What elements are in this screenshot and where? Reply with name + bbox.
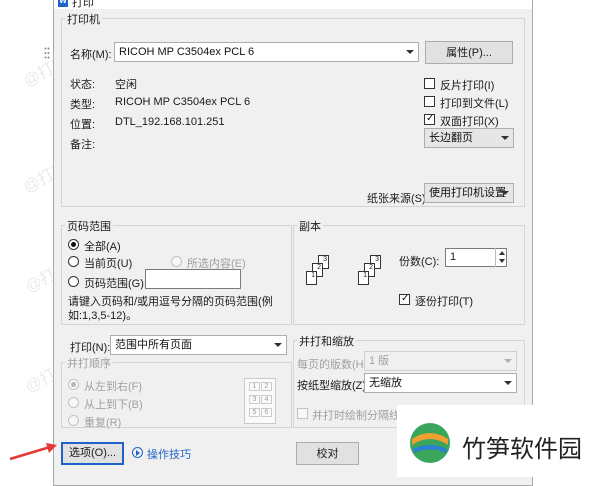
- status-label: 状态:: [70, 79, 96, 91]
- page-range-input[interactable]: [145, 269, 241, 289]
- comment-label: 备注:: [70, 139, 96, 151]
- scale-label: 按纸型缩放(Z):: [297, 380, 370, 392]
- chevron-down-icon: [504, 359, 512, 363]
- where-label: 位置:: [70, 119, 96, 131]
- tips-link[interactable]: 操作技巧: [147, 446, 191, 462]
- scale-select[interactable]: 无缩放: [364, 373, 517, 393]
- chevron-down-icon: [504, 381, 512, 385]
- reverse-print-label: 反片打印(I): [440, 80, 495, 92]
- status-value: 空闲: [115, 79, 137, 91]
- range-pages-radio[interactable]: [68, 276, 79, 287]
- type-value: RICOH MP C3504ex PCL 6: [115, 96, 251, 108]
- collate-label: 逐份打印(T): [415, 296, 474, 308]
- checkmark-icon: ✓: [401, 293, 410, 304]
- print-to-file-checkbox[interactable]: [424, 96, 435, 107]
- paper-source-select[interactable]: 使用打印机设置: [424, 183, 514, 203]
- type-label: 类型:: [70, 99, 96, 111]
- range-selection-radio[interactable]: [171, 256, 182, 267]
- copies-label: 副本: [297, 218, 323, 234]
- pages-per-sheet-label: 每页的版数(H):: [297, 359, 371, 371]
- print-to-file-label: 打印到文件(L): [440, 98, 509, 110]
- radio-dot: [71, 242, 76, 247]
- brand-logo-icon: [408, 421, 452, 465]
- print-order-label: 并打顺序: [65, 355, 113, 371]
- range-pages-label: 页码范围(G):: [84, 278, 147, 290]
- range-all-radio[interactable]: [68, 239, 79, 250]
- printer-properties-button[interactable]: 属性(P)...: [425, 41, 513, 64]
- duplex-label: 双面打印(X): [440, 116, 499, 128]
- range-all-label: 全部(A): [84, 241, 121, 253]
- title-bar: W 打印: [54, 0, 532, 9]
- spin-up-icon[interactable]: [499, 251, 505, 255]
- printer-name-select[interactable]: RICOH MP C3504ex PCL 6: [114, 42, 419, 62]
- range-current-radio[interactable]: [68, 256, 79, 267]
- paper-source-label: 纸张来源(S):: [367, 193, 429, 205]
- printer-group-label: 打印机: [65, 11, 102, 27]
- print-what-select[interactable]: 范围中所有页面: [110, 335, 287, 355]
- duplex-mode-value: 长边翻页: [429, 132, 473, 144]
- order-left-right-radio[interactable]: [68, 379, 79, 390]
- order-repeat-radio[interactable]: [68, 415, 79, 426]
- drag-handle-icon[interactable]: [44, 47, 50, 59]
- brand-name: 竹笋软件园: [462, 435, 582, 463]
- chevron-down-icon: [501, 191, 509, 195]
- duplex-mode-select[interactable]: 长边翻页: [424, 128, 514, 148]
- pages-per-sheet-value: 1 版: [369, 355, 390, 367]
- scale-value: 无缩放: [369, 377, 402, 389]
- radio-dot: [71, 382, 76, 387]
- draw-borders-checkbox[interactable]: [297, 408, 308, 419]
- options-button[interactable]: 选项(O)...: [61, 442, 124, 465]
- checkmark-icon: ✓: [426, 113, 435, 124]
- range-current-label: 当前页(U): [84, 258, 133, 270]
- where-value: DTL_192.168.101.251: [115, 116, 225, 128]
- ok-button[interactable]: 校对: [296, 442, 359, 465]
- copies-spinner[interactable]: [495, 248, 508, 267]
- order-left-right-label: 从左到右(F): [84, 381, 143, 393]
- paper-source-value: 使用打印机设置: [429, 187, 506, 199]
- chevron-down-icon: [406, 50, 414, 54]
- chevron-down-icon: [274, 343, 282, 347]
- tips-icon: [132, 447, 143, 458]
- pages-per-sheet-select[interactable]: 1 版: [364, 351, 517, 371]
- zoom-group-label: 并打和缩放: [297, 333, 356, 349]
- collate-pages-icon: 3 2 1 3 2 1: [302, 249, 398, 301]
- printer-name-value: RICOH MP C3504ex PCL 6: [119, 46, 255, 58]
- duplex-checkbox[interactable]: ✓: [424, 113, 435, 125]
- reverse-print-checkbox[interactable]: [424, 78, 435, 89]
- window-title: 打印: [72, 0, 94, 9]
- spin-down-icon[interactable]: [499, 259, 505, 263]
- order-top-bottom-label: 从上到下(B): [84, 399, 143, 411]
- copies-count-label: 份数(C):: [399, 256, 440, 268]
- order-repeat-label: 重复(R): [84, 417, 122, 429]
- printer-name-label: 名称(M):: [70, 49, 112, 61]
- print-what-label: 打印(N):: [70, 342, 111, 354]
- word-app-icon: W: [58, 0, 68, 7]
- print-what-value: 范围中所有页面: [115, 339, 192, 351]
- order-top-bottom-radio[interactable]: [68, 397, 79, 408]
- red-arrow-annotation: [8, 440, 58, 462]
- chevron-down-icon: [501, 136, 509, 140]
- order-grid-preview: 1 2 3 4 5 6: [244, 378, 276, 424]
- page-range-label: 页码范围: [65, 218, 113, 234]
- collate-checkbox[interactable]: ✓: [399, 293, 410, 305]
- page-range-hint: 请键入页码和/或用逗号分隔的页码范围(例如:1,3,5-12)。: [68, 296, 273, 322]
